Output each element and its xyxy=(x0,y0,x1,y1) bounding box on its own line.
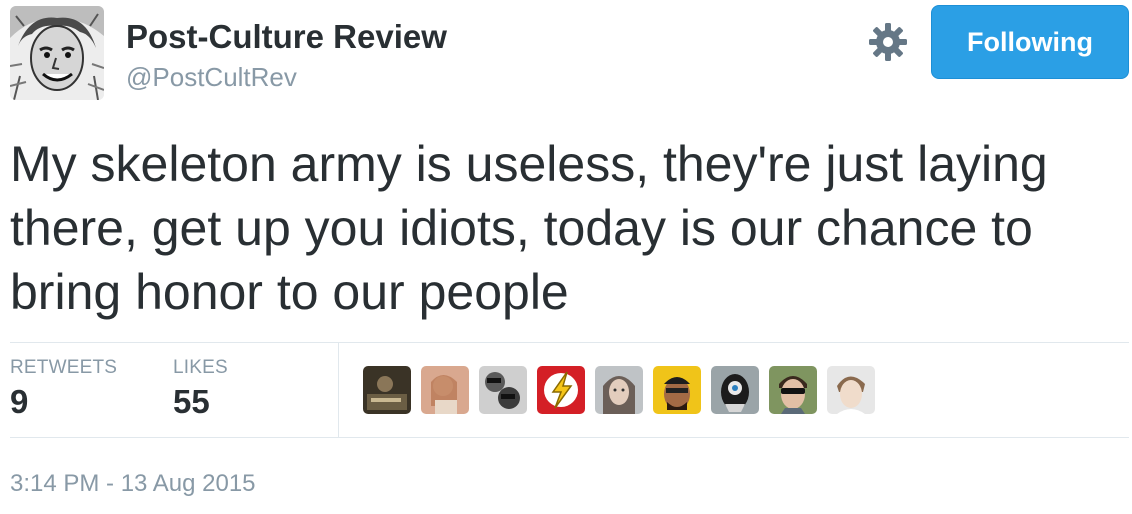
liker-avatar-3[interactable] xyxy=(479,366,527,414)
likes-count: 55 xyxy=(173,383,210,420)
gear-icon[interactable] xyxy=(868,22,908,62)
retweets-stat[interactable]: RETWEETS 9 xyxy=(10,357,117,421)
tweet-text: My skeleton army is useless, they're jus… xyxy=(10,136,1048,320)
liker-avatar-1[interactable] xyxy=(363,366,411,414)
user-handle[interactable]: @PostCultRev xyxy=(126,62,297,93)
profile-avatar[interactable] xyxy=(10,6,104,100)
likes-label: LIKES xyxy=(173,357,228,378)
display-name[interactable]: Post-Culture Review xyxy=(126,18,447,56)
liker-avatar-8[interactable] xyxy=(769,366,817,414)
avatar-image xyxy=(10,6,104,100)
stats-divider xyxy=(338,343,339,437)
liker-avatar-2[interactable] xyxy=(421,366,469,414)
liker-avatar-5[interactable] xyxy=(595,366,643,414)
liker-avatar-9[interactable] xyxy=(827,366,875,414)
likes-stat[interactable]: LIKES 55 xyxy=(173,357,228,421)
retweets-label: RETWEETS xyxy=(10,357,118,378)
retweets-count: 9 xyxy=(10,383,29,420)
tweet-stats: RETWEETS 9 LIKES 55 xyxy=(10,342,1129,438)
liker-avatar-6[interactable] xyxy=(653,366,701,414)
liker-avatar-4[interactable] xyxy=(537,366,585,414)
following-button[interactable]: Following xyxy=(931,5,1129,79)
tweet-timestamp[interactable]: 3:14 PM - 13 Aug 2015 xyxy=(10,470,256,498)
liker-avatar-7[interactable] xyxy=(711,366,759,414)
